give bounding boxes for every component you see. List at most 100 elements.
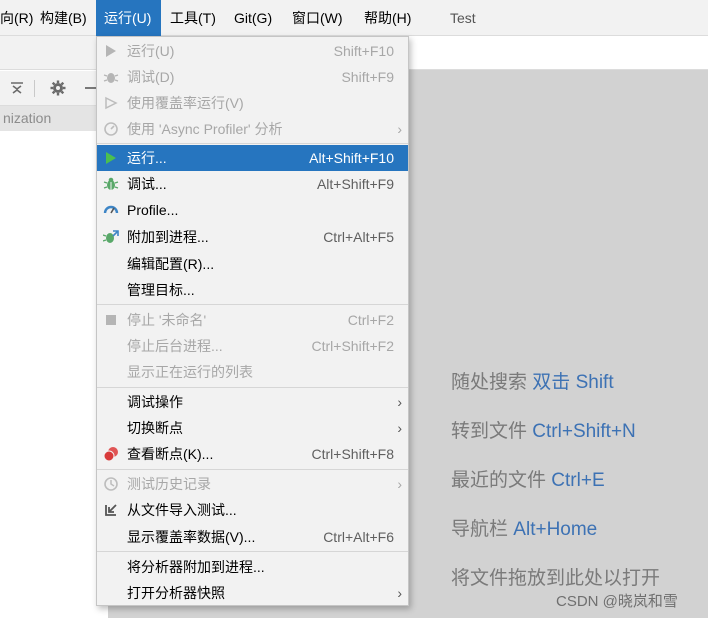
run-triangle-icon — [103, 150, 119, 166]
menu-item-view-breakpoints[interactable]: 查看断点(K)... Ctrl+Shift+F8 — [97, 441, 408, 467]
menu-item-label: 附加到进程... — [127, 229, 209, 245]
menu-item-shortcut: Ctrl+Shift+F8 — [311, 446, 394, 462]
hint-goto-file: 转到文件 Ctrl+Shift+N — [451, 416, 636, 443]
menu-separator — [97, 304, 408, 305]
hint-text: 导航栏 — [451, 519, 509, 540]
project-panel — [0, 70, 108, 618]
menu-item-label: 运行(U) — [127, 43, 175, 59]
menu-item-edit-configurations[interactable]: 编辑配置(R)... — [97, 251, 408, 277]
menu-item-run[interactable]: 运行(U) Shift+F10 — [97, 38, 408, 64]
menu-item-shortcut: Alt+Shift+F9 — [316, 176, 394, 192]
breakpoints-icon — [103, 446, 119, 462]
menu-item-debug-actions[interactable]: 调试操作 › — [97, 389, 408, 415]
menu-item-run-with-coverage[interactable]: 使用覆盖率运行(V) — [97, 90, 408, 116]
hint-search-everywhere: 随处搜索 双击 Shift — [451, 367, 614, 394]
menu-item-label: 查看断点(K)... — [127, 446, 214, 462]
toolbar-divider — [34, 80, 35, 97]
chevron-right-icon: › — [397, 420, 402, 436]
menu-item-import-tests[interactable]: 从文件导入测试... — [97, 497, 408, 523]
menu-separator — [97, 469, 408, 470]
menu-item-show-coverage-data[interactable]: 显示覆盖率数据(V)... Ctrl+Alt+F6 — [97, 524, 408, 550]
menu-item-async-profiler[interactable]: 使用 'Async Profiler' 分析 › — [97, 116, 408, 142]
stop-square-icon — [103, 312, 119, 328]
menu-item-label: 测试历史记录 — [127, 476, 211, 492]
menu-item-attach-to-process[interactable]: 附加到进程... Ctrl+Alt+F5 — [97, 224, 408, 250]
menu-item-shortcut: Ctrl+Alt+F5 — [323, 229, 394, 245]
menu-navigate[interactable]: 向(R) — [0, 0, 37, 36]
menu-item-label: 停止后台进程... — [127, 338, 223, 354]
profiler-icon — [103, 121, 119, 137]
menu-item-debug-config[interactable]: 调试... Alt+Shift+F9 — [97, 171, 408, 197]
menu-item-label: 打开分析器快照 — [127, 585, 225, 601]
menu-item-label: 显示覆盖率数据(V)... — [127, 529, 256, 545]
hint-text: 将文件拖放到此处以打开 — [451, 568, 661, 589]
import-arrow-icon — [103, 502, 119, 518]
menu-item-run-config[interactable]: 运行... Alt+Shift+F10 — [97, 145, 408, 171]
menu-item-open-profiler-snapshot[interactable]: 打开分析器快照 › — [97, 580, 408, 606]
history-clock-icon — [103, 476, 119, 492]
menu-item-toggle-breakpoint[interactable]: 切换断点 › — [97, 415, 408, 441]
project-tree-header: nization — [0, 106, 108, 131]
project-title: Test — [450, 10, 476, 26]
profile-gauge-icon — [103, 202, 119, 218]
chevron-right-icon: › — [397, 121, 402, 137]
menu-item-label: 使用覆盖率运行(V) — [127, 95, 244, 111]
hint-key: Ctrl+Shift+N — [532, 421, 636, 442]
menu-item-stop[interactable]: 停止 '未命名' Ctrl+F2 — [97, 307, 408, 333]
chevron-right-icon: › — [397, 476, 402, 492]
gear-icon[interactable] — [49, 79, 67, 97]
hint-recent-files: 最近的文件 Ctrl+E — [451, 465, 605, 492]
menu-tools[interactable]: 工具(T) — [170, 0, 216, 36]
menu-item-show-running-list[interactable]: 显示正在运行的列表 — [97, 359, 408, 385]
editor-tab-strip — [408, 36, 708, 70]
menu-item-attach-profiler[interactable]: 将分析器附加到进程... — [97, 554, 408, 580]
hint-text: 转到文件 — [451, 421, 528, 442]
hint-key: Alt+Home — [513, 519, 598, 540]
menu-item-label: 编辑配置(R)... — [127, 256, 215, 272]
menu-item-test-history[interactable]: 测试历史记录 › — [97, 471, 408, 497]
attach-debugger-icon — [102, 229, 119, 245]
menu-item-label: 调试(D) — [127, 69, 175, 85]
main-menubar: 向(R) 构建(B) 运行(U) 工具(T) Git(G) 窗口(W) 帮助(H… — [0, 0, 708, 36]
menu-git[interactable]: Git(G) — [234, 0, 272, 36]
menu-item-label: 调试操作 — [127, 394, 183, 410]
chevron-right-icon: › — [397, 585, 402, 601]
hint-navigation-bar: 导航栏 Alt+Home — [451, 514, 597, 541]
hint-key: 双击 Shift — [532, 372, 614, 393]
watermark: CSDN @晓岚和雪 — [556, 593, 678, 610]
menu-item-label: 显示正在运行的列表 — [127, 364, 253, 380]
menu-build[interactable]: 构建(B) — [40, 0, 93, 36]
menu-item-label: 调试... — [127, 176, 167, 192]
menu-item-label: 管理目标... — [127, 282, 195, 298]
debug-bug-icon — [103, 176, 119, 192]
menu-separator — [97, 551, 408, 552]
menu-item-debug[interactable]: 调试(D) Shift+F9 — [97, 64, 408, 90]
chevron-right-icon: › — [397, 394, 402, 410]
menu-item-label: 停止 '未命名' — [127, 312, 207, 328]
menu-item-shortcut: Ctrl+F2 — [347, 312, 394, 328]
hint-key: Ctrl+E — [551, 470, 605, 491]
menu-item-shortcut: Shift+F9 — [341, 69, 394, 85]
menu-item-manage-targets[interactable]: 管理目标... — [97, 277, 408, 303]
menu-item-label: 使用 'Async Profiler' 分析 — [127, 121, 283, 137]
menu-item-label: 运行... — [127, 150, 167, 166]
menu-item-shortcut: Alt+Shift+F10 — [309, 150, 394, 166]
menu-item-shortcut: Ctrl+Alt+F6 — [323, 529, 394, 545]
menu-item-stop-background[interactable]: 停止后台进程... Ctrl+Shift+F2 — [97, 333, 408, 359]
menu-item-label: 将分析器附加到进程... — [127, 559, 265, 575]
menu-item-shortcut: Ctrl+Shift+F2 — [311, 338, 394, 354]
coverage-icon — [103, 95, 119, 111]
menu-item-label: 切换断点 — [127, 420, 183, 436]
menu-separator — [97, 143, 408, 144]
menu-item-label: Profile... — [127, 202, 179, 218]
hint-text: 随处搜索 — [451, 372, 528, 393]
menu-separator — [97, 387, 408, 388]
collapse-all-icon[interactable] — [8, 79, 26, 97]
menu-window[interactable]: 窗口(W) — [292, 0, 343, 36]
menu-run[interactable]: 运行(U) — [96, 0, 161, 36]
menu-item-label: 从文件导入测试... — [127, 502, 237, 518]
menu-help[interactable]: 帮助(H) — [364, 0, 411, 36]
debug-bug-icon — [103, 69, 119, 85]
hint-text: 最近的文件 — [451, 470, 547, 491]
menu-item-profile[interactable]: Profile... — [97, 197, 408, 223]
